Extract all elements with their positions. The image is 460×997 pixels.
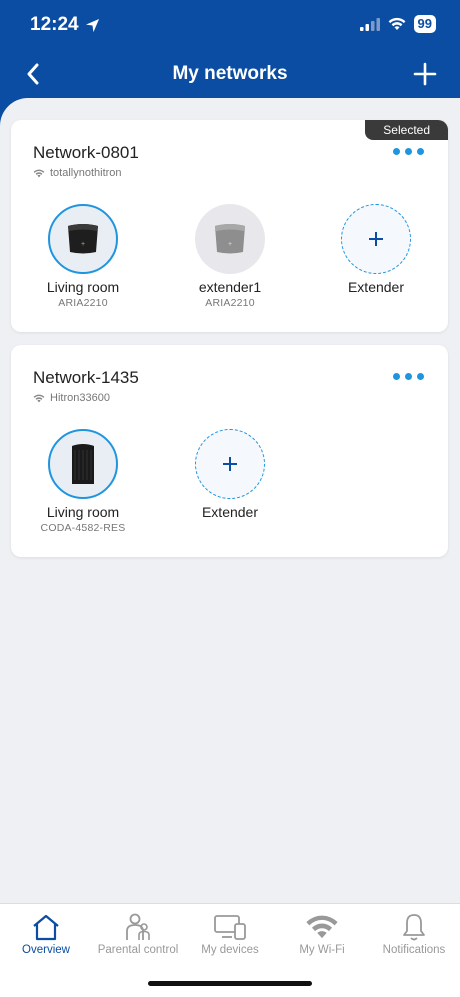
extender-icon: + [215,224,245,254]
tab-notifications[interactable]: Notifications [368,910,460,956]
add-extender-button[interactable]: Extender [170,429,290,520]
tab-label: My Wi-Fi [299,944,345,956]
wifi-icon [33,169,45,177]
cellular-signal-icon [359,17,380,31]
tab-label: My devices [201,944,259,956]
device-name: extender1 [198,279,262,295]
wifi-status-icon [388,17,405,30]
dot-icon [417,373,424,380]
bell-icon [403,914,425,941]
wifi-icon [33,394,45,402]
home-indicator [148,981,312,986]
parental-icon [126,913,150,940]
ssid-text: Hitron33600 [50,392,110,404]
dot-icon [393,148,400,155]
network-name: Network-0801 [33,143,139,162]
battery-indicator: 99 [413,15,436,33]
device-name: Living room [46,279,120,295]
device-model: ARIA2210 [205,297,255,309]
more-options-button[interactable] [393,148,424,155]
device-living-room[interactable]: + Living room ARIA2210 [23,204,143,309]
add-extender-button[interactable]: Extender [316,204,436,295]
nav-bar: My networks [0,55,460,95]
network-ssid: totallynothitron [33,167,122,179]
wifi-icon [306,915,338,939]
plus-icon [223,457,237,471]
tab-label: Overview [22,944,70,956]
add-extender-label: Extender [201,504,259,520]
tab-parental-control[interactable]: Parental control [92,910,184,956]
status-bar: 12:24 99 [0,0,460,50]
more-options-button[interactable] [393,373,424,380]
tab-label: Notifications [382,944,446,956]
devices-icon [214,915,246,940]
tab-my-wifi[interactable]: My Wi-Fi [276,910,368,956]
network-ssid: Hitron33600 [33,392,110,404]
dot-icon [417,148,424,155]
device-model: CODA-4582-RES [40,522,126,534]
dot-icon [405,373,412,380]
app-header: 12:24 99 My networks [0,0,460,98]
device-living-room[interactable]: Living room CODA-4582-RES [23,429,143,534]
tab-overview[interactable]: Overview [0,910,92,956]
device-icon-circle [48,429,118,499]
dot-icon [405,148,412,155]
svg-text:+: + [81,241,85,248]
tab-label: Parental control [97,944,179,956]
device-extender1[interactable]: + extender1 ARIA2210 [170,204,290,309]
selected-badge: Selected [365,120,448,140]
status-time: 12:24 [30,14,100,36]
home-icon [33,914,59,941]
plus-icon [369,232,383,246]
plus-icon [413,62,437,86]
device-icon-circle: + [48,204,118,274]
status-time-text: 12:24 [30,14,79,35]
router-icon: + [68,224,98,254]
network-card[interactable]: Selected Network-0801 totallynothitron +… [11,120,448,332]
device-name: Living room [46,504,120,520]
dot-icon [393,373,400,380]
add-extender-circle [341,204,411,274]
status-indicators: 99 [359,15,436,33]
add-extender-circle [195,429,265,499]
device-model: ARIA2210 [58,297,108,309]
add-network-button[interactable] [408,57,442,91]
svg-text:+: + [228,241,232,248]
page-title: My networks [172,63,288,84]
add-extender-label: Extender [347,279,405,295]
network-card[interactable]: Network-1435 Hitron33600 Living room COD… [11,345,448,557]
device-icon-circle: + [195,204,265,274]
tab-my-devices[interactable]: My devices [184,910,276,956]
gateway-icon [72,444,94,484]
location-arrow-icon [85,18,99,32]
ssid-text: totallynothitron [50,167,122,179]
network-name: Network-1435 [33,368,139,387]
